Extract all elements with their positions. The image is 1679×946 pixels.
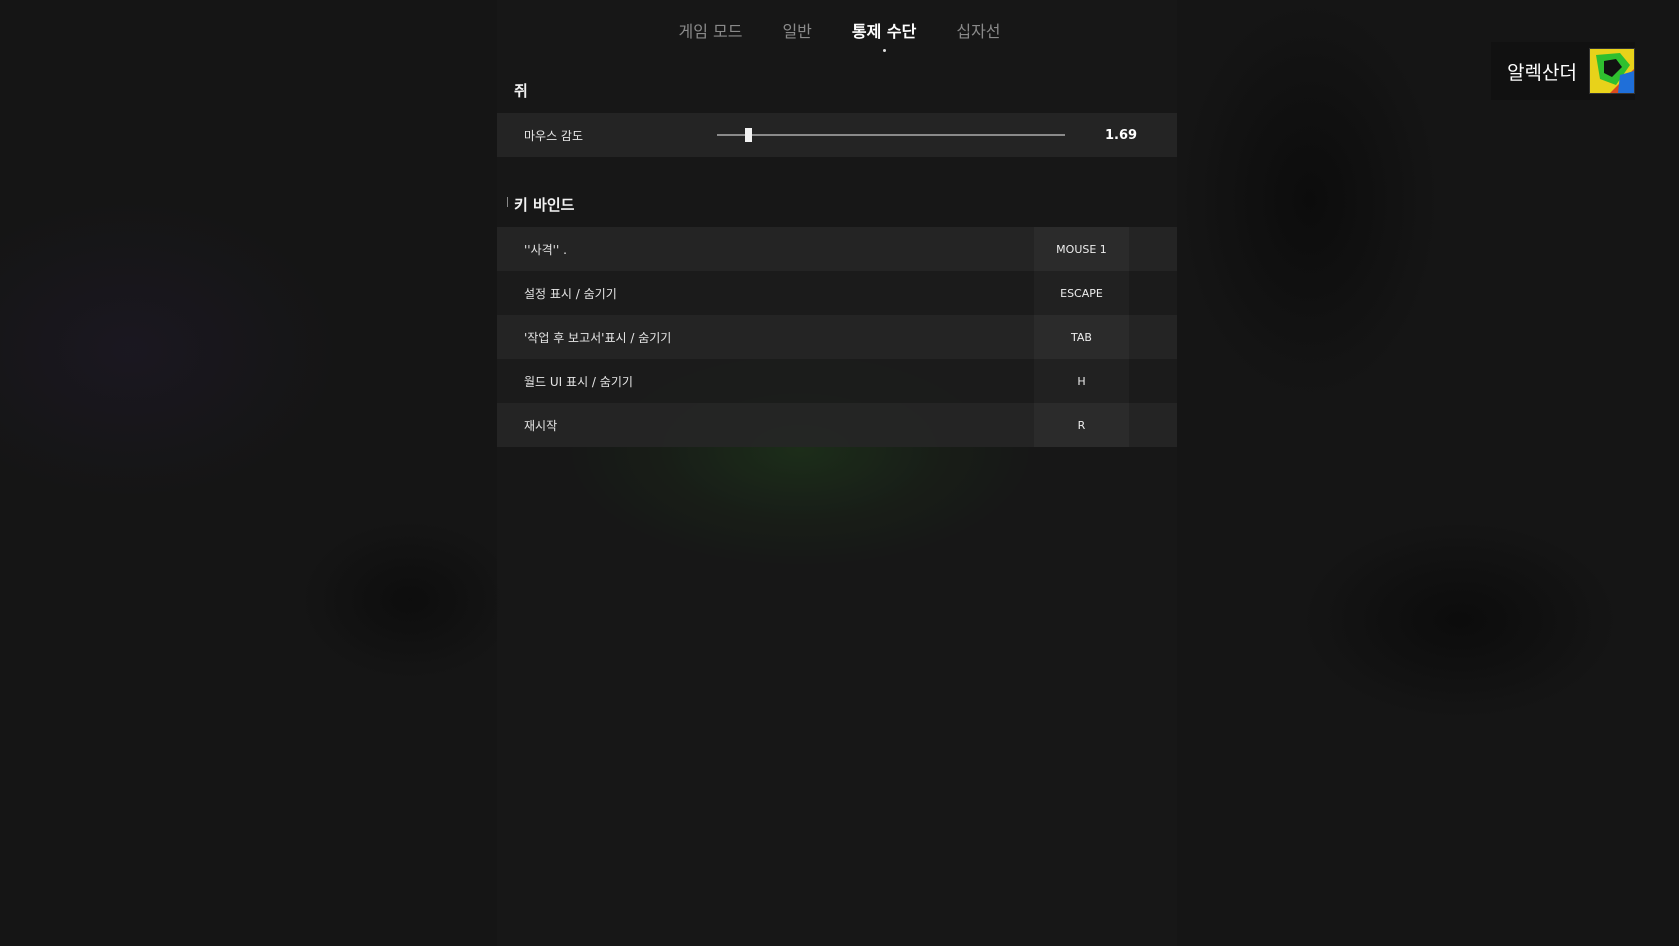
keybind-key-button[interactable]: H [1034,359,1129,403]
background-blur-left [0,200,340,500]
keybind-key-button[interactable]: ESCAPE [1034,271,1129,315]
section-title-keybinds: 키 바인드 [514,196,575,214]
keybind-label: 월드 UI 표시 / 숨기기 [524,374,633,389]
keybind-key-button[interactable]: R [1034,403,1129,447]
tab-label: 통제 수단 [851,22,917,41]
background-blur-right [1180,0,1440,400]
settings-tabs: 게임 모드 일반 통제 수단 십자선 [0,18,1679,52]
setting-label: 마우스 감도 [524,128,584,143]
user-profile[interactable]: 알렉산더 [1491,42,1635,100]
sensitivity-slider-handle[interactable] [744,128,752,142]
avatar-image [1590,49,1634,93]
sensitivity-slider-track[interactable] [717,134,1065,136]
background-blur-right-lower [1300,520,1620,720]
tab-controls[interactable]: 통제 수단 [851,18,917,52]
avatar[interactable] [1589,48,1635,94]
sensitivity-value: 1.69 [1105,127,1138,143]
keybind-row: ''사격'' . MOUSE 1 [497,227,1177,271]
tab-general[interactable]: 일반 [782,18,811,48]
keybind-key-button[interactable]: MOUSE 1 [1034,227,1129,271]
keybind-label: '작업 후 보고서'표시 / 숨기기 [524,330,672,345]
keybind-row: 설정 표시 / 숨기기 ESCAPE [497,271,1177,315]
keybind-label: 설정 표시 / 숨기기 [524,286,617,301]
tab-label: 게임 모드 [678,22,743,41]
keybind-row: '작업 후 보고서'표시 / 숨기기 TAB [497,315,1177,359]
keybind-row: 재시작 R [497,403,1177,447]
tab-game-mode[interactable]: 게임 모드 [678,18,742,48]
keybind-key-button[interactable]: TAB [1034,315,1129,359]
keybind-row: 월드 UI 표시 / 숨기기 H [497,359,1177,403]
tab-crosshair[interactable]: 십자선 [956,18,1000,48]
tab-label: 일반 [782,22,812,41]
mouse-sensitivity-row: 마우스 감도 1.69 [497,113,1177,157]
background-blur-left-lower [300,520,520,680]
section-title-mouse: 쥐 [514,82,528,100]
tab-label: 십자선 [956,22,1001,41]
keybind-label: 재시작 [524,418,558,433]
user-name: 알렉산더 [1507,61,1577,84]
keybind-label: ''사격'' . [524,242,567,257]
section-marker [507,197,508,207]
